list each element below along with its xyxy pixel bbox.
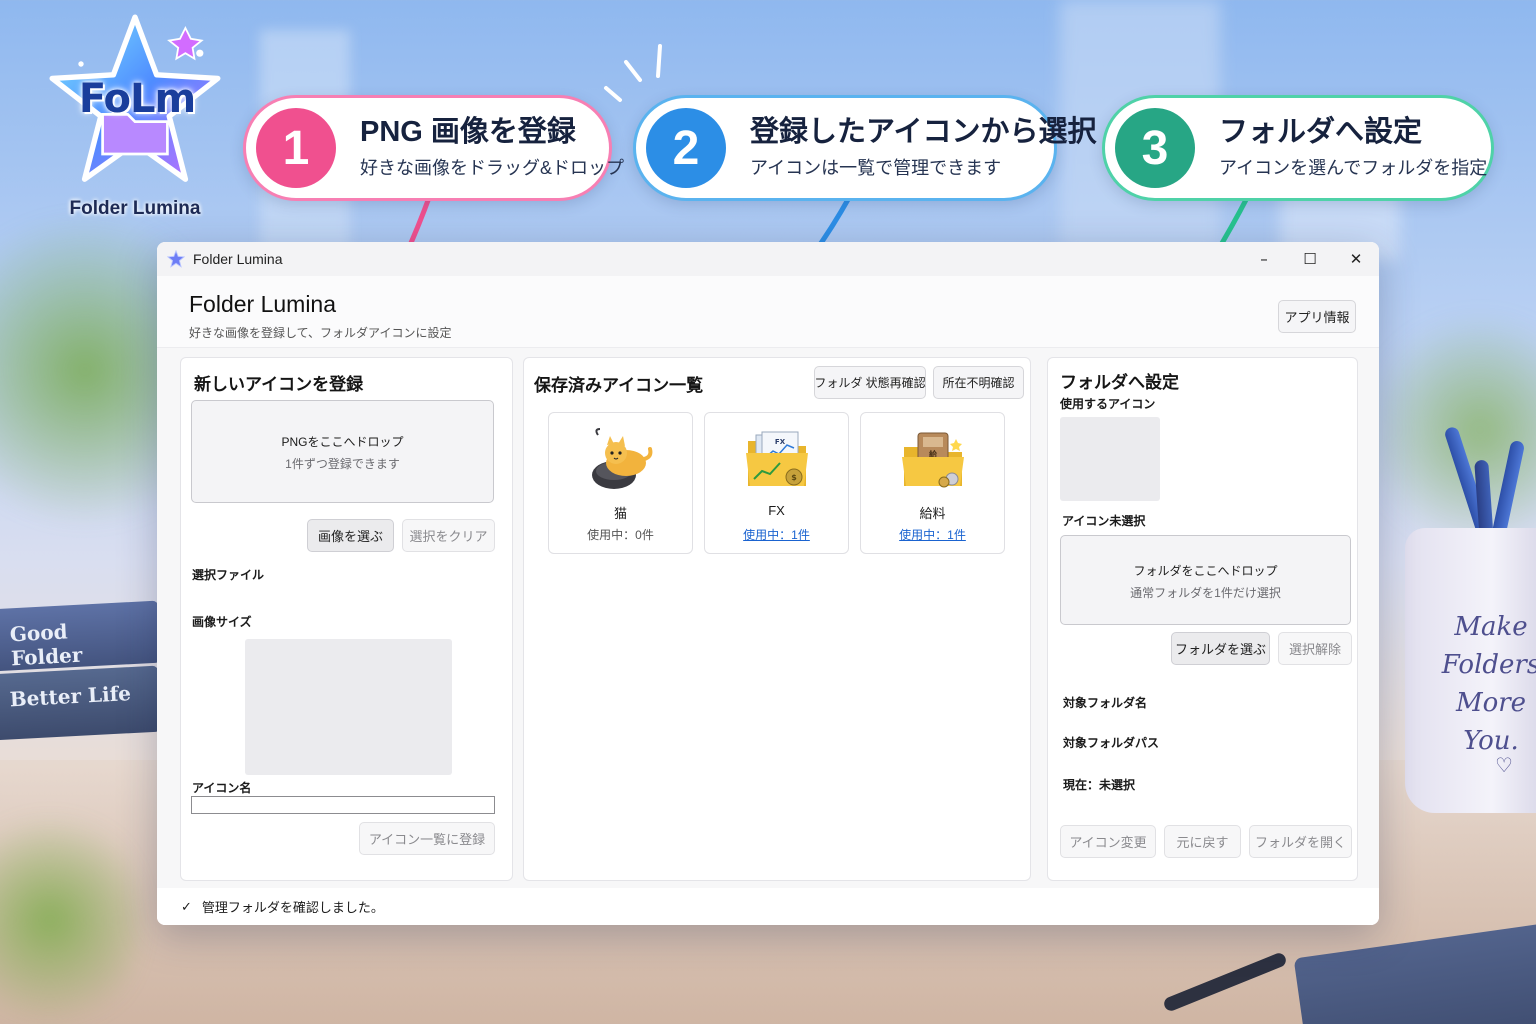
register-panel: 新しいアイコンを登録 PNGをここへドロップ 1件ずつ登録できます 画像を選ぶ …: [180, 357, 513, 881]
title-bar[interactable]: Folder Lumina – ☐ ✕: [157, 242, 1379, 276]
maximize-button[interactable]: ☐: [1287, 242, 1333, 276]
background-plant: [0, 800, 140, 1024]
clear-selection-button[interactable]: 選択をクリア: [402, 519, 495, 552]
dropzone-hint: 1件ずつ登録できます: [285, 457, 400, 471]
mug-text: Make Folders More You.: [1441, 612, 1536, 756]
minimize-button[interactable]: –: [1241, 242, 1287, 276]
target-folder-name-label: 対象フォルダ名: [1063, 696, 1148, 710]
background-pen: [1162, 951, 1288, 1013]
icon-card-salary[interactable]: 給 給料 使用中：1件: [860, 412, 1005, 554]
svg-text:FX: FX: [775, 438, 786, 446]
app-star-icon: [167, 250, 185, 268]
icon-name-label: アイコン名: [192, 781, 252, 795]
saved-icons-title: 保存済みアイコン一覧: [534, 376, 704, 395]
step-number-badge: 3: [1115, 108, 1195, 188]
page-title: Folder Lumina: [189, 291, 337, 317]
dropzone-label: PNGをここへドロップ: [281, 435, 404, 449]
current-folder-status: 現在：未選択: [1063, 778, 1136, 792]
icon-name: FX: [768, 503, 785, 518]
icon-usage-link[interactable]: 使用中：1件: [705, 526, 848, 543]
recheck-status-button[interactable]: フォルダ 状態再確認: [814, 366, 926, 399]
register-icon-button[interactable]: アイコン一覧に登録: [359, 822, 495, 855]
svg-text:$: $: [791, 473, 797, 482]
register-panel-title: 新しいアイコンを登録: [194, 375, 364, 394]
page-subtitle: 好きな画像を登録して、フォルダアイコンに設定: [189, 326, 452, 340]
app-window: Folder Lumina – ☐ ✕ Folder Lumina 好きな画像を…: [157, 242, 1379, 925]
icon-usage: 使用中：0件: [587, 528, 654, 542]
step-title: PNG 画像を登録: [360, 116, 576, 148]
app-logo: FoLm Folder Lumina: [35, 10, 235, 225]
icon-name-input[interactable]: [191, 796, 495, 814]
missing-check-button[interactable]: 所在不明確認: [933, 366, 1024, 399]
icon-card-fx[interactable]: FX $ FX 使用中：1件: [704, 412, 849, 554]
background-notebook: [1293, 922, 1536, 1024]
step-2-callout: 2 登録したアイコンから選択 アイコンは一覧で管理できます: [633, 95, 1097, 201]
saved-icons-panel: 保存済みアイコン一覧 フォルダ 状態再確認 所在不明確認 猫 使用中：0件 FX…: [523, 357, 1031, 881]
step-1-callout: 1 PNG 画像を登録 好きな画像をドラッグ&ドロップ: [243, 95, 624, 201]
use-icon-label: 使用するアイコン: [1060, 397, 1156, 411]
background-book: Good Folder: [0, 600, 162, 672]
step-number-badge: 2: [646, 108, 726, 188]
logo-name: Folder Lumina: [69, 198, 201, 219]
target-folder-path-label: 対象フォルダパス: [1063, 736, 1160, 750]
selected-icon-preview: [1060, 417, 1160, 501]
heart-icon: ♡: [1495, 753, 1513, 777]
selected-file-label: 選択ファイル: [192, 568, 265, 582]
cat-icon: [592, 428, 653, 489]
folder-dropzone[interactable]: フォルダをここへドロップ 通常フォルダを1件だけ選択: [1060, 535, 1351, 625]
logo-wordmark: FoLm: [78, 76, 196, 122]
folder-dropzone-label: フォルダをここへドロップ: [1133, 564, 1278, 578]
close-button[interactable]: ✕: [1333, 242, 1379, 276]
folder-settings-title: フォルダへ設定: [1060, 373, 1179, 392]
step-subtitle: アイコンを選んでフォルダを指定: [1219, 158, 1488, 178]
salary-folder-icon: 給: [902, 432, 964, 488]
app-body: 新しいアイコンを登録 PNGをここへドロップ 1件ずつ登録できます 画像を選ぶ …: [157, 348, 1379, 888]
app-header: Folder Lumina 好きな画像を登録して、フォルダアイコンに設定 アプリ…: [157, 276, 1379, 348]
choose-folder-button[interactable]: フォルダを選ぶ: [1171, 632, 1270, 665]
status-bar: ✓ 管理フォルダを確認しました。: [157, 888, 1379, 925]
deselect-button[interactable]: 選択解除: [1278, 632, 1352, 665]
app-info-button[interactable]: アプリ情報: [1278, 300, 1356, 333]
icon-card-cat[interactable]: 猫 使用中：0件: [548, 412, 693, 554]
step-number-badge: 1: [256, 108, 336, 188]
fx-folder-icon: FX $: [746, 431, 808, 486]
check-icon: ✓: [181, 898, 192, 914]
step-subtitle: アイコンは一覧で管理できます: [750, 158, 1002, 178]
step-title: 登録したアイコンから選択: [750, 116, 1097, 148]
open-folder-button[interactable]: フォルダを開く: [1249, 825, 1352, 858]
window-title: Folder Lumina: [193, 251, 283, 267]
step-3-callout: 3 フォルダへ設定 アイコンを選んでフォルダを指定: [1102, 95, 1494, 201]
step-subtitle: 好きな画像をドラッグ&ドロップ: [360, 158, 625, 178]
step-title: フォルダへ設定: [1219, 116, 1423, 148]
icon-name: 猫: [613, 506, 627, 521]
icon-status-label: アイコン未選択: [1062, 514, 1146, 528]
background-book: Better Life: [0, 665, 162, 741]
png-dropzone[interactable]: PNGをここへドロップ 1件ずつ登録できます: [191, 400, 494, 503]
image-preview: [245, 639, 452, 775]
icon-name: 給料: [919, 506, 946, 521]
revert-button[interactable]: 元に戻す: [1164, 825, 1241, 858]
background-mug: Make Folders More You. ♡: [1405, 528, 1536, 813]
icon-usage-link[interactable]: 使用中：1件: [861, 526, 1004, 543]
folder-settings-panel: フォルダへ設定 使用するアイコン アイコン未選択 フォルダをここへドロップ 通常…: [1047, 357, 1358, 881]
folder-dropzone-hint: 通常フォルダを1件だけ選択: [1130, 586, 1281, 600]
change-icon-button[interactable]: アイコン変更: [1060, 825, 1156, 858]
image-size-label: 画像サイズ: [192, 615, 252, 629]
status-message: 管理フォルダを確認しました。: [201, 900, 384, 915]
choose-image-button[interactable]: 画像を選ぶ: [307, 519, 394, 552]
